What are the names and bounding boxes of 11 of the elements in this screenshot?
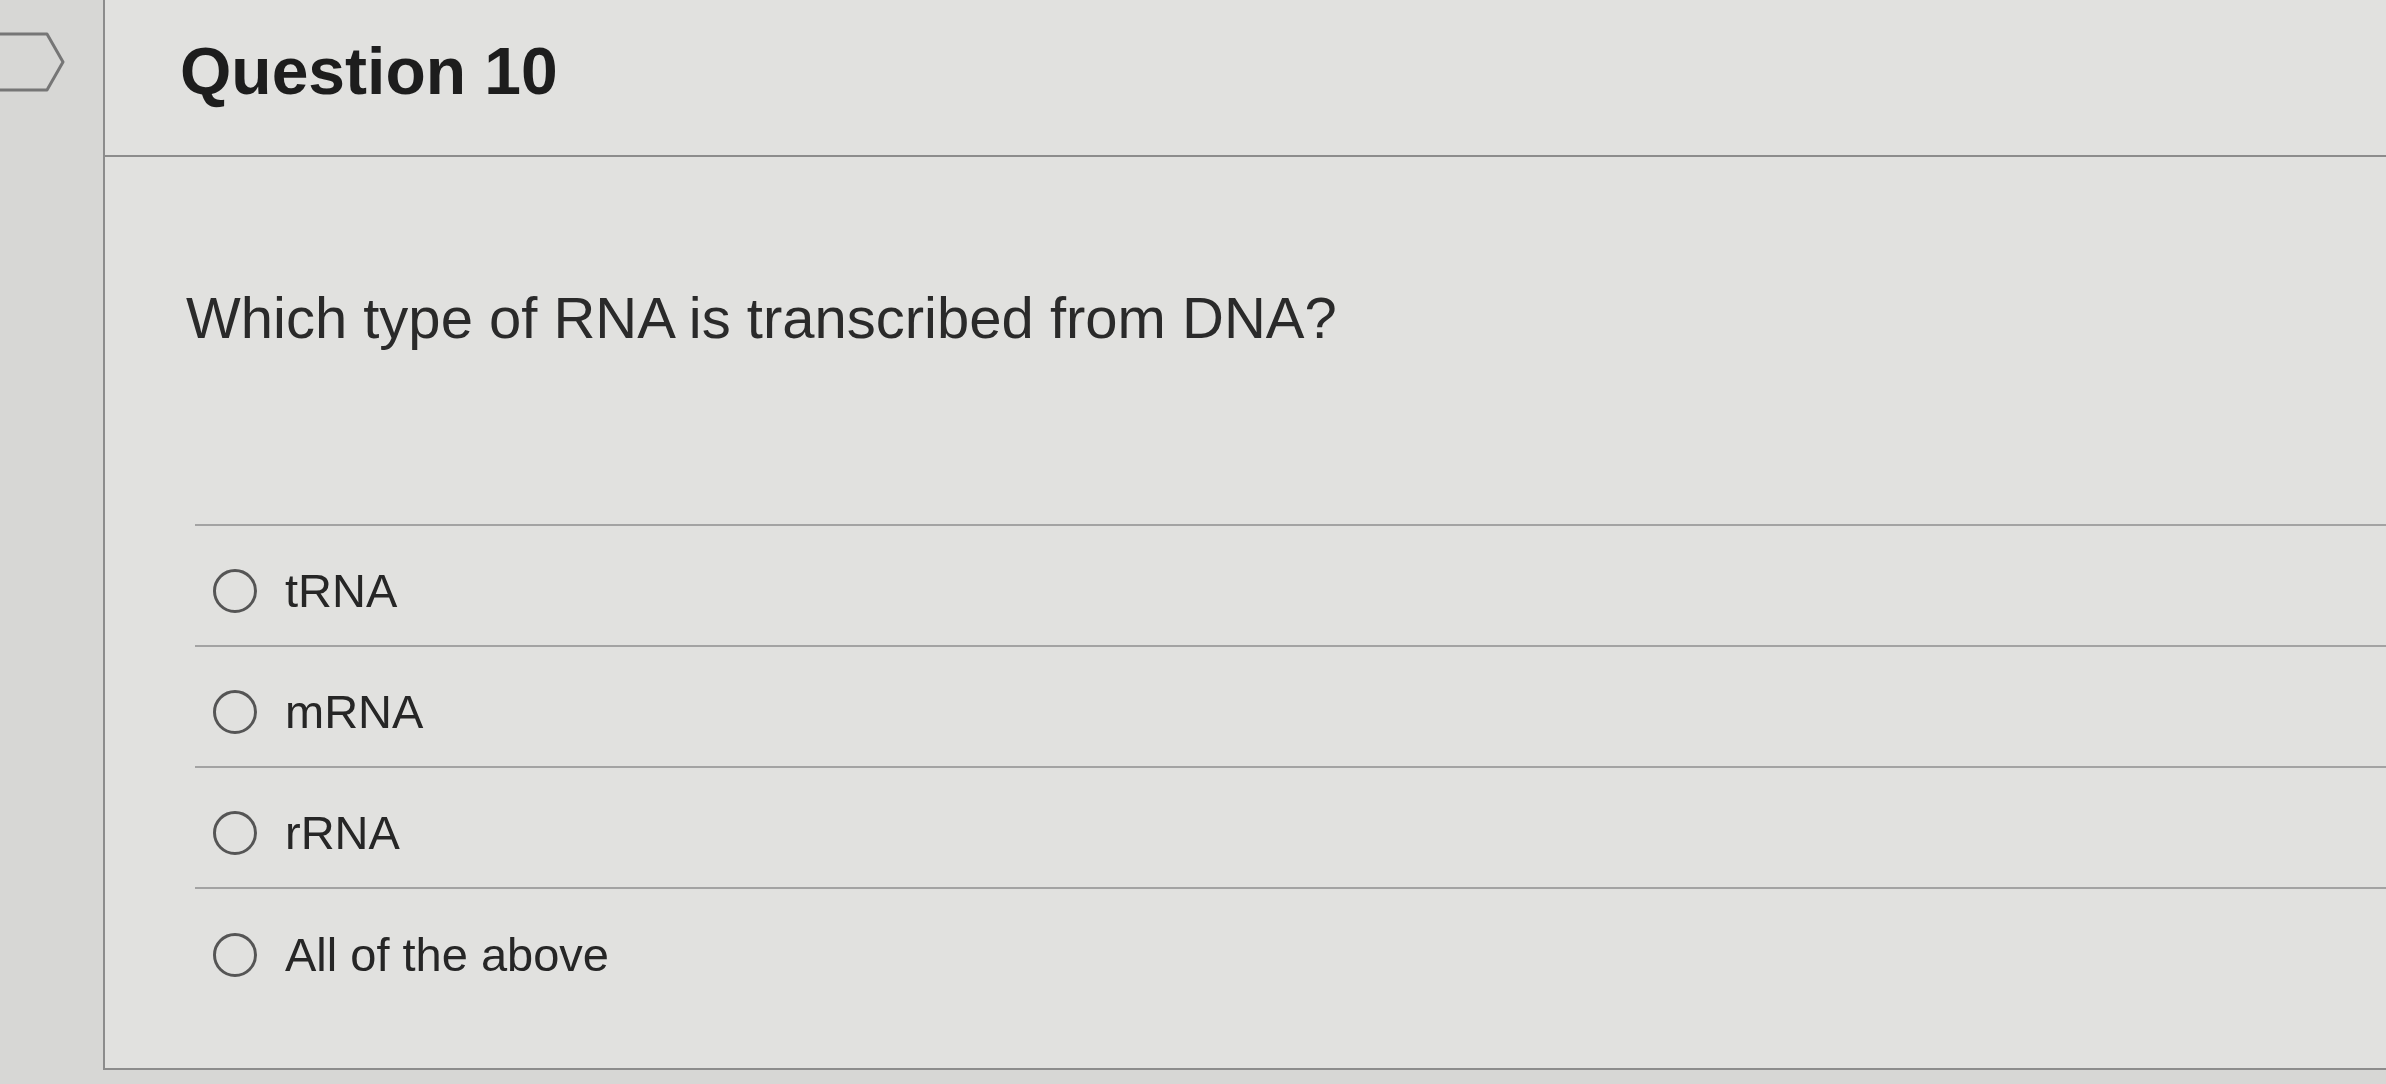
answer-label[interactable]: tRNA: [285, 563, 398, 618]
question-title: Question 10: [180, 33, 558, 109]
flag-icon[interactable]: [0, 31, 66, 93]
radio-button[interactable]: [213, 689, 257, 734]
radio-button[interactable]: [213, 932, 257, 977]
radio-button[interactable]: [213, 810, 257, 855]
answer-label[interactable]: All of the above: [285, 927, 609, 982]
answer-label[interactable]: mRNA: [285, 684, 424, 739]
radio-button[interactable]: [213, 568, 257, 613]
answer-label[interactable]: rRNA: [285, 805, 400, 860]
question-text: Which type of RNA is transcribed from DNA?: [186, 284, 1337, 351]
